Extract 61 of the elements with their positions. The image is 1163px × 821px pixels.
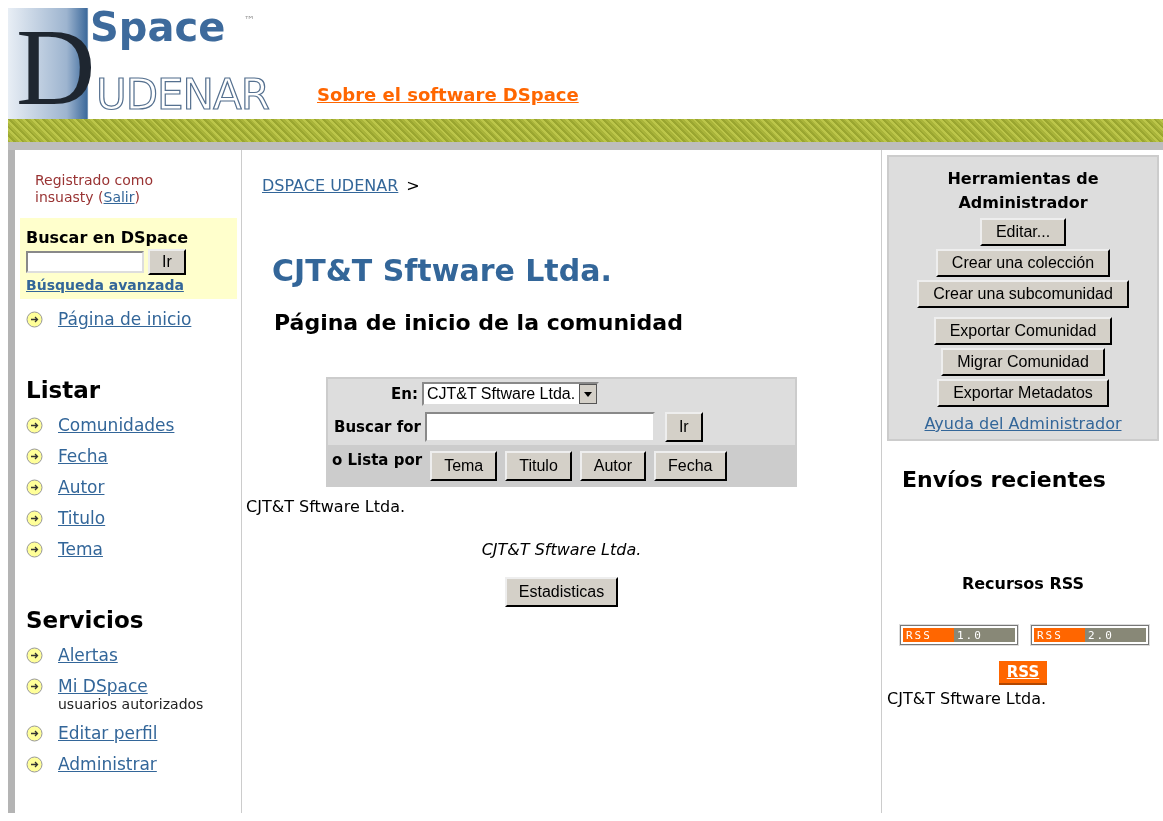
nav-link[interactable]: Administrar — [58, 754, 157, 774]
trademark-sign: ™ — [244, 14, 255, 27]
nav-link[interactable]: Alertas — [58, 645, 118, 665]
admin-button[interactable]: Exportar Comunidad — [933, 317, 1113, 345]
nav-link[interactable]: Comunidades — [58, 415, 175, 435]
advanced-search-link[interactable]: Búsqueda avanzada — [26, 277, 184, 293]
browse-label: o Lista por — [332, 451, 423, 469]
rss-heading: Recursos RSS — [960, 574, 1086, 593]
scope-dropdown[interactable]: CJT&T Sftware Ltda. — [421, 382, 600, 406]
go-button[interactable]: Ir — [148, 249, 186, 275]
community-name: CJT&T Sftware Ltda. — [887, 689, 1048, 708]
recent-heading: Envíos recientes — [902, 467, 1107, 492]
rss-feed-badge[interactable]: RSS 1.0 — [900, 625, 1018, 645]
nav-link[interactable]: Autor — [58, 477, 105, 497]
community-intro: CJT&T Sftware Ltda. — [246, 497, 407, 516]
panel-heading: Herramientas de Administrador — [946, 168, 1100, 214]
arrow-bullet-icon — [26, 541, 43, 558]
admin-button[interactable]: Editar... — [979, 218, 1067, 246]
community-title: CJT&T Sftware Ltda. — [272, 253, 613, 288]
scope-label: En: — [391, 385, 418, 403]
section-heading: Servicios — [26, 607, 145, 633]
arrow-bullet-icon — [26, 756, 43, 773]
logout-link[interactable]: Salir — [103, 189, 135, 205]
logo-subtitle: UDENAR — [96, 70, 269, 119]
arrow-bullet-icon — [26, 448, 43, 465]
admin-button[interactable]: Crear una colección — [935, 249, 1111, 277]
arrow-bullet-icon — [26, 510, 43, 527]
breadcrumb-link[interactable]: DSPACE UDENAR — [262, 176, 399, 195]
nav-link[interactable]: Titulo — [58, 508, 106, 528]
query-field[interactable] — [424, 412, 655, 442]
admin-button[interactable]: Crear una subcomunidad — [917, 280, 1129, 308]
breadcrumb-separator: > — [406, 176, 420, 195]
search-heading: Buscar en DSpace — [26, 228, 190, 247]
arrow-bullet-icon — [26, 678, 43, 695]
nav-link[interactable]: Mi DSpace — [58, 676, 148, 696]
nav-link[interactable]: Editar perfil — [58, 723, 158, 743]
search-field[interactable] — [26, 251, 144, 273]
admin-button[interactable]: Migrar Comunidad — [941, 348, 1105, 376]
browse-button[interactable]: Tema — [430, 451, 498, 481]
nav-link[interactable]: Página de inicio — [58, 309, 192, 329]
nav-link[interactable]: Tema — [58, 539, 103, 559]
page-subtitle: Página de inicio de la comunidad — [274, 310, 684, 335]
rss-feed-badge[interactable]: RSS 2.0 — [1031, 625, 1149, 645]
admin-button[interactable]: Exportar Metadatos — [937, 379, 1109, 407]
nav-link[interactable]: Fecha — [58, 446, 108, 466]
nav-note: usuarios autorizados — [58, 696, 204, 712]
statistics-button[interactable]: Estadisticas — [504, 577, 619, 607]
arrow-bullet-icon — [26, 647, 43, 664]
login-status: Registrado como insuasty (Salir) — [35, 172, 154, 206]
browse-button[interactable]: Titulo — [505, 451, 572, 481]
admin-help-link[interactable]: Ayuda del Administrador — [924, 414, 1122, 433]
browse-button[interactable]: Fecha — [654, 451, 727, 481]
arrow-bullet-icon — [26, 725, 43, 742]
go-button[interactable]: Ir — [664, 412, 703, 442]
arrow-bullet-icon — [26, 479, 43, 496]
community-description: CJT&T Sftware Ltda. — [480, 540, 643, 559]
arrow-bullet-icon — [26, 417, 43, 434]
browse-button[interactable]: Autor — [579, 451, 647, 481]
query-label: Buscar for — [334, 418, 421, 436]
arrow-bullet-icon — [26, 311, 43, 328]
section-heading: Listar — [26, 377, 102, 403]
